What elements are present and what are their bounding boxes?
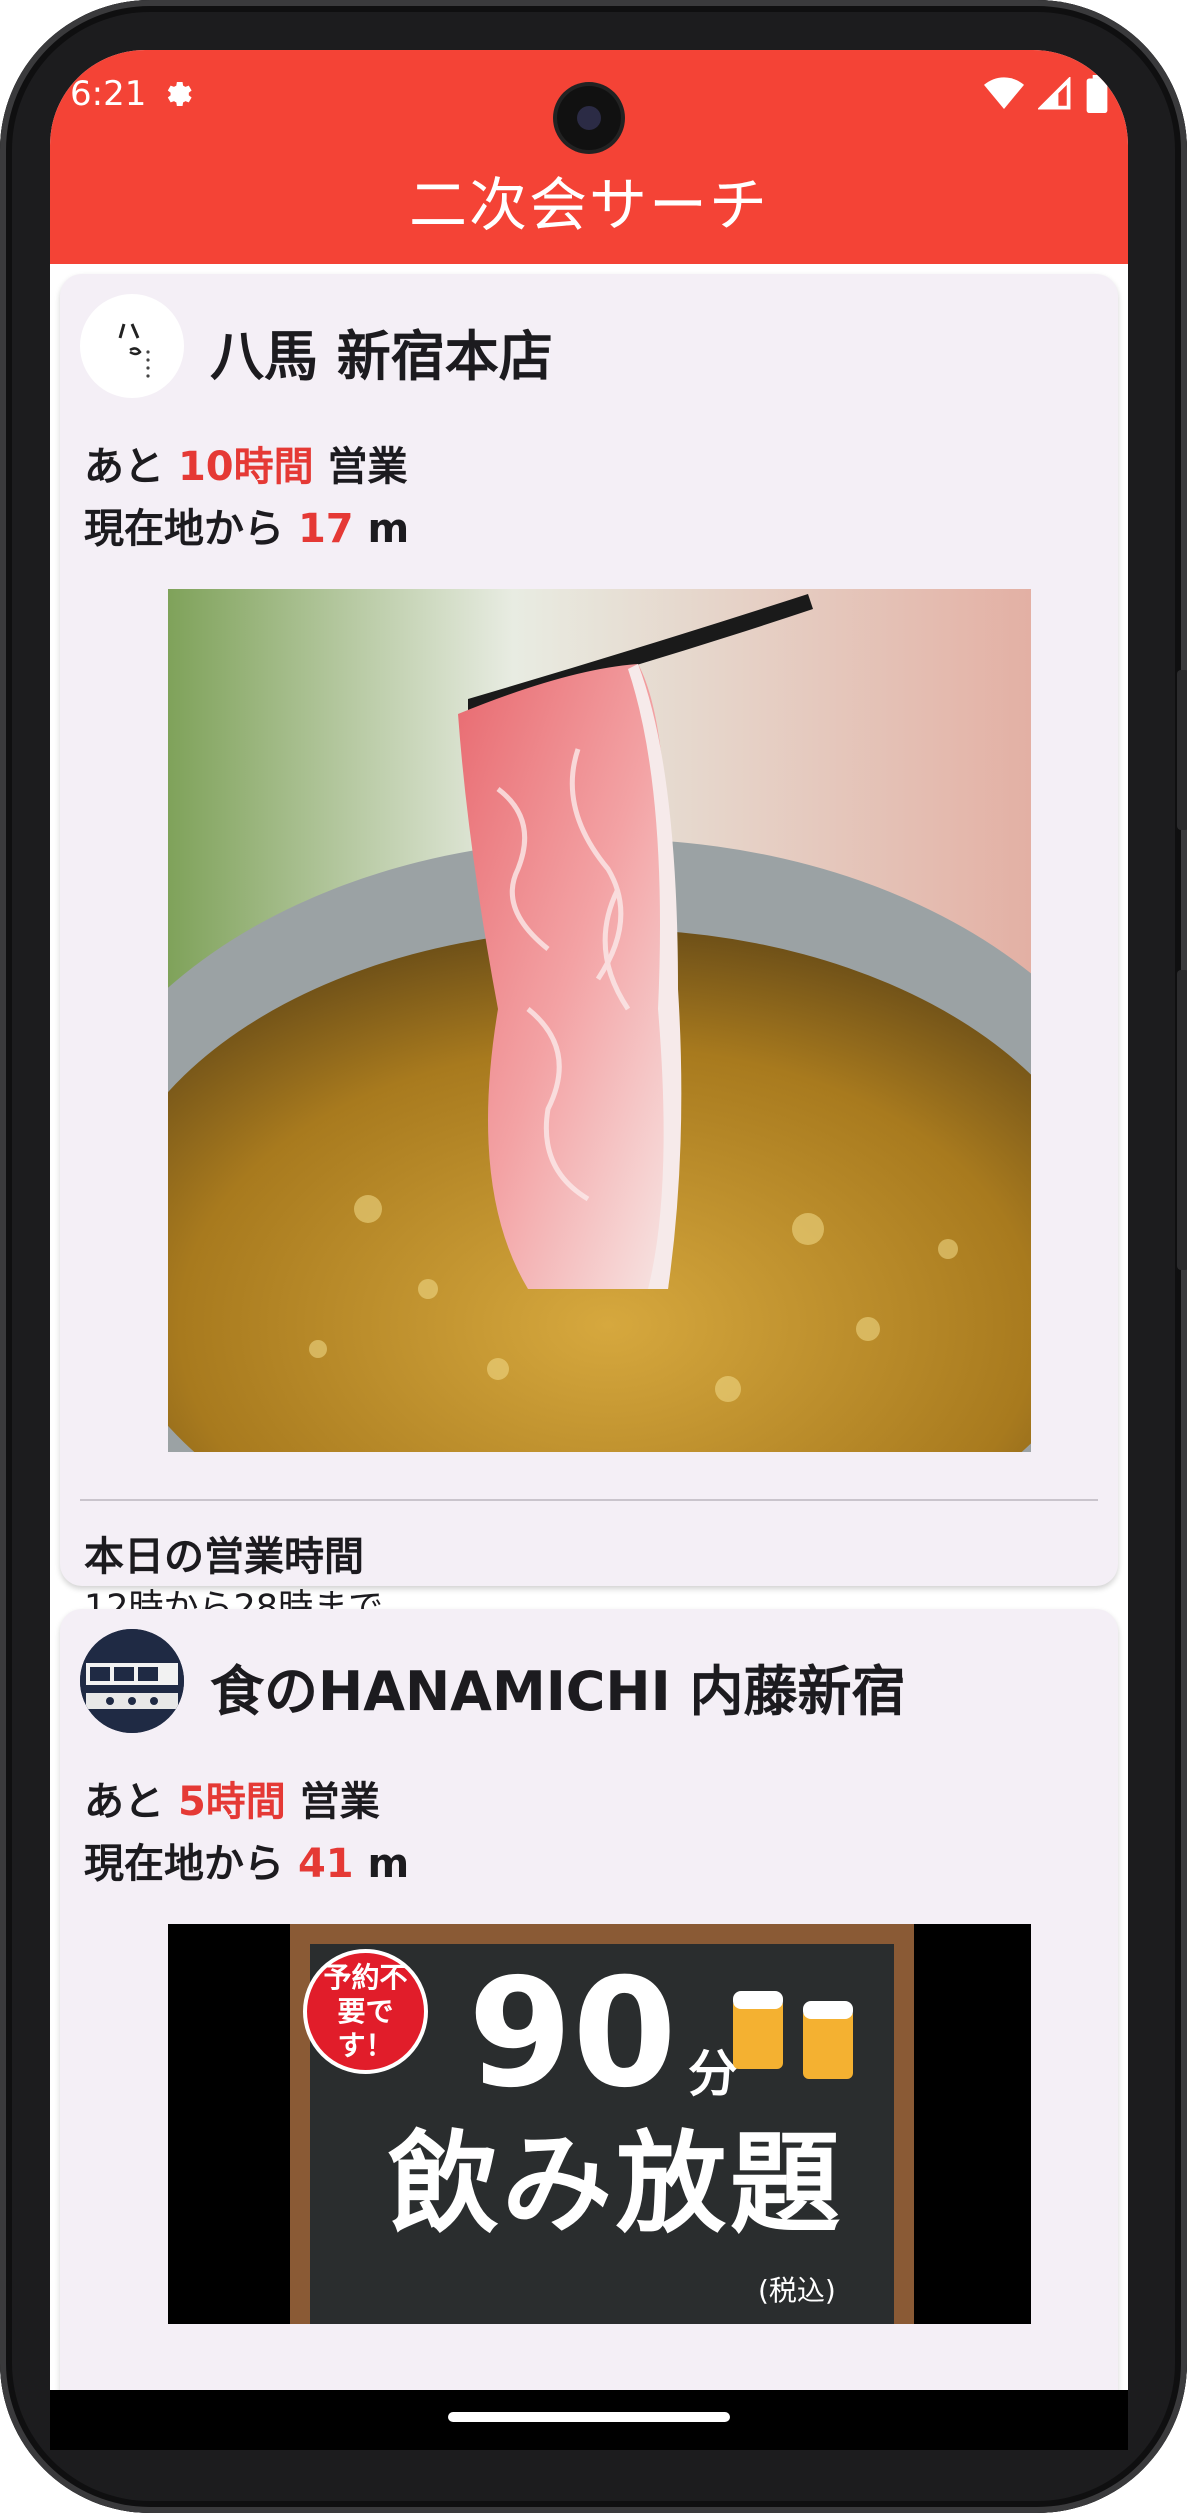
restaurant-name: 食のHANAMICHI 内藤新宿: [210, 1660, 906, 1723]
restaurant-card[interactable]: 八馬 新宿本店 あと 10時間 営業 現在地から 17 m 本日の営業時間 12…: [60, 274, 1118, 1628]
distance-value: 41: [297, 1841, 354, 1887]
divider: [80, 1499, 1098, 1501]
remaining-value: 5時間: [177, 1779, 286, 1825]
remaining-suffix: 営業: [299, 1779, 380, 1825]
remaining-value: 10時間: [177, 444, 314, 490]
remaining-hours: あと 5時間 営業: [84, 1769, 380, 1827]
home-gesture-pill[interactable]: [448, 2412, 730, 2422]
promo-headline: 飲み放題: [388, 2120, 844, 2248]
restaurant-list[interactable]: 八馬 新宿本店 あと 10時間 営業 現在地から 17 m 本日の営業時間 12…: [50, 264, 1128, 2390]
app-title: 二次会サーチ: [408, 171, 769, 239]
promo-price-note: (税込): [758, 2274, 836, 2307]
shabu-shabu-image: [168, 589, 1031, 1452]
distance: 現在地から 17 m: [84, 496, 409, 554]
restaurant-logo: [80, 294, 184, 398]
remaining-suffix: 営業: [327, 444, 408, 490]
status-time: 6:21: [70, 74, 147, 114]
distance-unit: m: [367, 506, 410, 552]
restaurant-logo: [80, 1629, 184, 1733]
hanamichi-logo-icon: [80, 1629, 184, 1733]
promo-minutes: 90: [468, 1947, 677, 2121]
beer-mugs-icon: [733, 1991, 853, 2079]
remaining-prefix: あと: [84, 1779, 164, 1825]
volume-button: [1177, 970, 1187, 1270]
gesture-bar: [50, 2390, 1128, 2450]
restaurant-photo: [168, 589, 1031, 1452]
hachiuma-logo-icon: [118, 323, 150, 378]
restaurant-card[interactable]: 食のHANAMICHI 内藤新宿 あと 5時間 営業 現在地から 41 m 予約…: [60, 1609, 1118, 2390]
promo-badge: 予約不要です！: [303, 1949, 428, 2074]
front-camera: [557, 86, 621, 150]
restaurant-name: 八馬 新宿本店: [210, 325, 553, 388]
hours-title: 本日の営業時間: [84, 1534, 364, 1580]
distance-value: 17: [297, 506, 354, 552]
remaining-hours: あと 10時間 営業: [84, 434, 408, 492]
distance: 現在地から 41 m: [84, 1831, 409, 1889]
distance-prefix: 現在地から: [84, 1841, 284, 1887]
app-bar: 6:21 二次会サーチ: [50, 50, 1128, 264]
restaurant-photo: 予約不要です！ 90 分 飲み放題 (税込): [168, 1924, 1031, 2324]
screen: 6:21 二次会サーチ 八馬 新宿本店 あと 10時間 営業 現在地から 17 …: [50, 50, 1128, 2390]
remaining-prefix: あと: [84, 444, 164, 490]
settings-gear-icon: [168, 81, 192, 107]
power-button: [1177, 670, 1187, 830]
phone-frame: 6:21 二次会サーチ 八馬 新宿本店 あと 10時間 営業 現在地から 17 …: [0, 0, 1187, 2513]
wifi-icon: [984, 77, 1024, 109]
battery-icon: [1086, 75, 1108, 113]
signal-icon: [1038, 77, 1071, 110]
distance-unit: m: [367, 1841, 410, 1887]
distance-prefix: 現在地から: [84, 506, 284, 552]
